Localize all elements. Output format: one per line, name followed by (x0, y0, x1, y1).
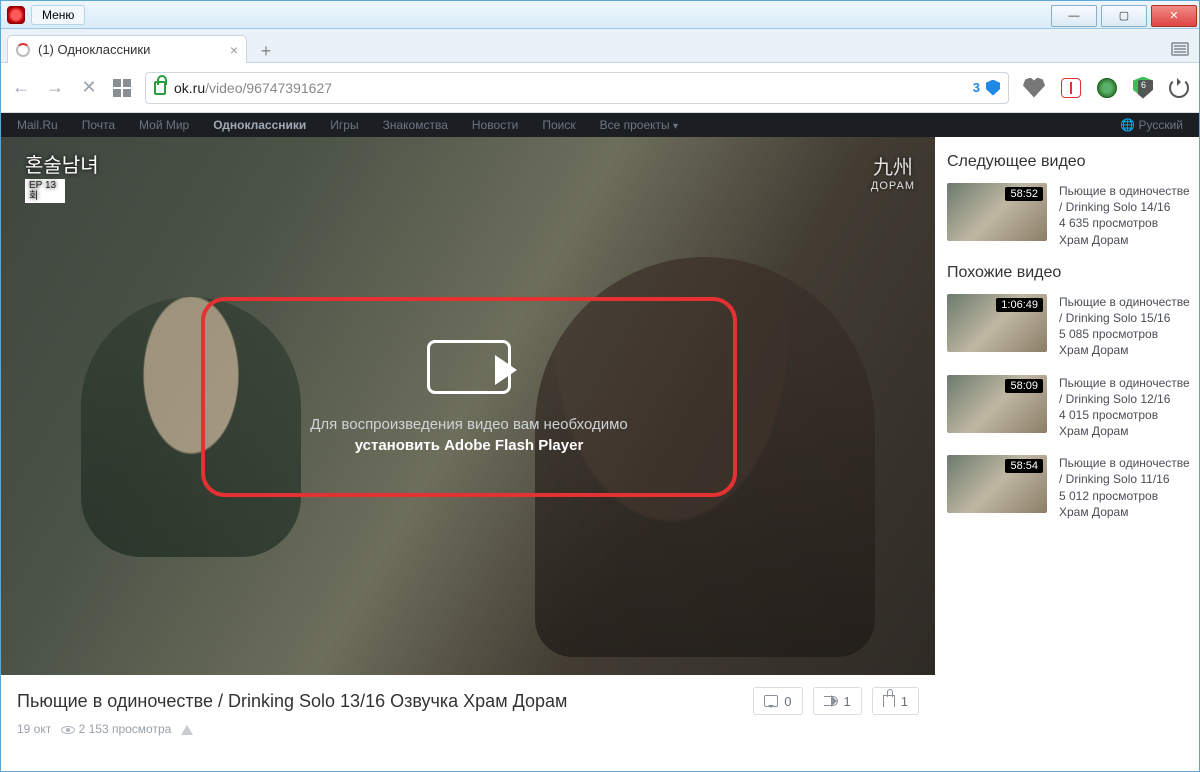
reload-extension-icon[interactable] (1169, 78, 1189, 98)
navigation-toolbar: ← → ✕ ok.ru/video/96747391627 3 (1, 63, 1199, 113)
browser-tab[interactable]: (1) Одноклассники × (7, 35, 247, 63)
tab-close-button[interactable]: × (230, 42, 238, 58)
camera-icon (427, 340, 511, 394)
speed-dial-icon[interactable] (113, 79, 131, 97)
bookmark-extension-icon[interactable] (1061, 78, 1081, 98)
video-thumbnail: 58:09 (947, 375, 1047, 433)
topbar-link[interactable]: Новости (472, 118, 518, 132)
duration-badge: 58:54 (1005, 459, 1043, 473)
install-flash-link[interactable]: установить Adobe Flash Player (355, 437, 584, 454)
sidebar-heading-next: Следующее видео (947, 153, 1193, 171)
topbar-link[interactable]: Мой Мир (139, 118, 189, 132)
page-content: Mail.Ru Почта Мой Мир Одноклассники Игры… (1, 113, 1199, 771)
duration-badge: 58:52 (1005, 187, 1043, 201)
sidebar-similar-item[interactable]: 1:06:49 Пьющие в одиночестве/ Drinking S… (947, 294, 1193, 359)
tab-menu-icon[interactable] (1171, 42, 1189, 56)
video-subinfo: 19 окт 2 153 просмотра (1, 721, 935, 745)
topbar-link[interactable]: Mail.Ru (17, 118, 58, 132)
browser-window: Меню — ▢ ✕ (1) Одноклассники × + ← → ✕ o… (0, 0, 1200, 772)
video-thumbnail: 1:06:49 (947, 294, 1047, 352)
topbar-link[interactable]: Все проекты ▾ (600, 118, 678, 132)
sidebar-heading-similar: Похожие видео (947, 264, 1193, 282)
topbar-language[interactable]: 🌐 Русский (1120, 118, 1183, 132)
url-host: ok.ru (174, 80, 205, 96)
adblock-extension-icon[interactable] (1133, 77, 1153, 99)
loading-spinner-icon (16, 43, 30, 57)
sidebar-next-item[interactable]: 58:52 Пьющие в одиночестве / Drinking So… (947, 183, 1193, 248)
video-views: 2 153 просмотра (79, 722, 172, 736)
back-button[interactable]: ← (11, 78, 31, 98)
channel-logo-right: 九州 ДОРАМ (871, 151, 915, 192)
menu-button[interactable]: Меню (31, 5, 85, 25)
tab-title: (1) Одноклассники (38, 42, 150, 57)
site-badge-count: 3 (973, 80, 980, 95)
report-icon[interactable] (181, 719, 193, 735)
address-bar[interactable]: ok.ru/video/96747391627 3 (145, 72, 1009, 104)
video-item-info: Пьющие в одиночестве/ Drinking Solo 12/1… (1059, 375, 1193, 440)
video-meta-row: Пьющие в одиночестве / Drinking Solo 13/… (1, 675, 935, 721)
lock-icon (154, 81, 166, 95)
share-icon (824, 696, 838, 706)
window-titlebar: Меню — ▢ ✕ (1, 1, 1199, 29)
window-close-button[interactable]: ✕ (1151, 5, 1197, 27)
topbar-link-active[interactable]: Одноклассники (213, 118, 306, 132)
tab-strip: (1) Одноклассники × + (1, 29, 1199, 63)
overlay-text: Для воспроизведения видео вам необходимо (310, 416, 628, 433)
heart-icon[interactable] (1023, 78, 1045, 98)
video-thumbnail: 58:54 (947, 455, 1047, 513)
sidebar-similar-item[interactable]: 58:54 Пьющие в одиночестве/ Drinking Sol… (947, 455, 1193, 520)
new-tab-button[interactable]: + (253, 40, 279, 62)
duration-badge: 1:06:49 (996, 298, 1043, 312)
comments-button[interactable]: 0 (753, 687, 802, 715)
share-button[interactable]: 1 (813, 687, 862, 715)
channel-logo-left: 혼술남녀 EP 13회 (25, 155, 99, 203)
topbar-link[interactable]: Игры (330, 118, 358, 132)
like-button[interactable]: 1 (872, 687, 919, 715)
video-player[interactable]: 혼술남녀 EP 13회 九州 ДОРАМ Для воспроизведения… (1, 137, 935, 675)
forward-button[interactable]: → (45, 78, 65, 98)
extension-area (1023, 77, 1189, 99)
video-item-info: Пьющие в одиночестве / Drinking Solo 14/… (1059, 183, 1193, 248)
video-item-info: Пьющие в одиночестве/ Drinking Solo 11/1… (1059, 455, 1193, 520)
video-sidebar: Следующее видео 58:52 Пьющие в одиночест… (935, 137, 1199, 771)
window-minimize-button[interactable]: — (1051, 5, 1097, 27)
video-title: Пьющие в одиночестве / Drinking Solo 13/… (17, 691, 743, 712)
topbar-link[interactable]: Поиск (542, 118, 575, 132)
comment-icon (764, 695, 778, 707)
topbar-link[interactable]: Почта (82, 118, 115, 132)
stop-button[interactable]: ✕ (79, 78, 99, 98)
flash-install-callout: Для воспроизведения видео вам необходимо… (201, 297, 737, 497)
topbar-link[interactable]: Знакомства (383, 118, 448, 132)
video-item-info: Пьющие в одиночестве/ Drinking Solo 15/1… (1059, 294, 1193, 359)
shield-icon[interactable] (986, 80, 1000, 96)
like-icon (883, 695, 895, 707)
window-maximize-button[interactable]: ▢ (1101, 5, 1147, 27)
opera-logo-icon (7, 6, 25, 24)
video-date: 19 окт (17, 722, 51, 736)
sidebar-similar-item[interactable]: 58:09 Пьющие в одиночестве/ Drinking Sol… (947, 375, 1193, 440)
site-topbar: Mail.Ru Почта Мой Мир Одноклассники Игры… (1, 113, 1199, 137)
video-thumbnail: 58:52 (947, 183, 1047, 241)
url-path: /video/96747391627 (205, 80, 332, 96)
eye-icon (61, 726, 75, 734)
duration-badge: 58:09 (1005, 379, 1043, 393)
globe-extension-icon[interactable] (1097, 78, 1117, 98)
